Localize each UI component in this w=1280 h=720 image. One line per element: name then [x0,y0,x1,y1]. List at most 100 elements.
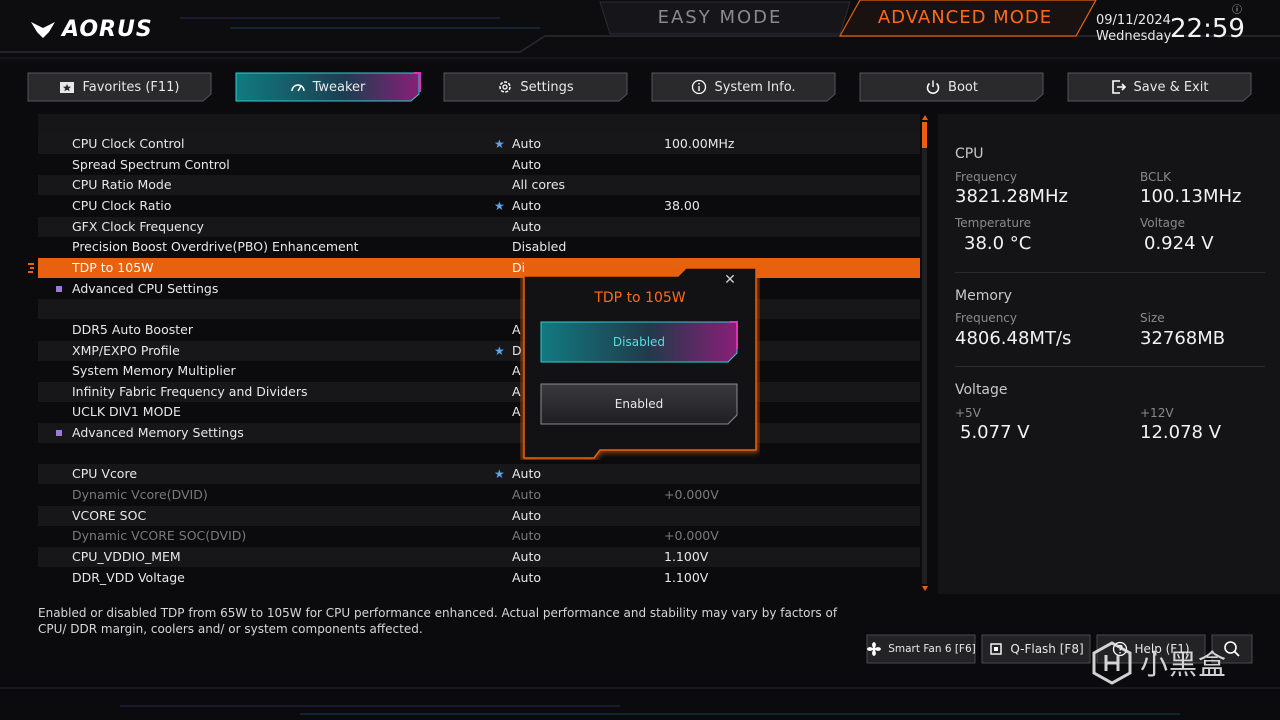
setting-current-value: 1.100V [664,549,709,564]
setting-row[interactable]: Dynamic VCORE SOC(DVID) Auto +0.000V [38,526,920,546]
5v-label: +5V [955,406,981,420]
setting-row[interactable]: CPU Vcore ★ Auto [38,464,920,485]
speedometer-icon [290,84,305,92]
bclk-label: BCLK [1140,170,1171,184]
setting-value[interactable]: Auto [512,526,541,546]
tab-boot[interactable]: Boot [858,72,1045,102]
tab-system-info[interactable]: System Info. [650,72,837,102]
setting-label: Dynamic Vcore(DVID) [72,487,208,503]
setting-row[interactable]: CPU Clock Control ★ Auto 100.00MHz [38,134,920,154]
help-description: Enabled or disabled TDP from 65W to 105W… [38,606,838,636]
setting-row[interactable]: CPU Ratio Mode All cores [38,175,920,196]
tab-tweaker[interactable]: Tweaker [234,72,421,102]
info-icon[interactable]: ⓘ [1232,1,1242,16]
temperature-value: 38.0 °C [964,233,1032,254]
hardware-monitor-panel: CPU Frequency 3821.28MHz BCLK 100.13MHz … [938,114,1280,594]
setting-value[interactable]: Auto [512,485,541,505]
option-label: Enabled [614,397,664,411]
favorite-star-icon[interactable]: ★ [494,196,505,216]
tab-favorites[interactable]: Favorites (F11) [26,72,213,102]
setting-label: CPU_VDDIO_MEM [72,549,181,564]
aorus-eagle-icon [31,22,55,38]
setting-label: Spread Spectrum Control [72,156,230,172]
advanced-mode-button[interactable]: ADVANCED MODE [850,0,1095,36]
setting-value[interactable]: Auto [512,547,541,567]
setting-label: CPU Clock Control [72,136,185,151]
tab-settings[interactable]: Settings [442,72,629,102]
setting-label: DDR5 Auto Booster [72,321,193,337]
setting-label: CPU Clock Ratio [72,197,172,213]
setting-row[interactable]: UCLK DIV1 MODE A [38,402,920,422]
tab-label: Favorites (F11) [82,79,180,95]
setting-current-value: +0.000V [664,528,719,544]
setting-value[interactable]: Auto [512,568,541,588]
submenu-bullet-icon [56,430,62,437]
setting-row[interactable]: CPU Clock Ratio ★ Auto 38.00 [38,196,920,216]
setting-label: CPU Vcore [72,466,138,482]
setting-value[interactable]: Auto [512,134,541,154]
close-icon[interactable]: ✕ [722,272,738,288]
setting-row[interactable]: Advanced CPU Settings [38,279,920,299]
setting-row[interactable]: CPU_VDDIO_MEM Auto 1.100V [38,547,920,567]
setting-row[interactable]: GFX Clock Frequency Auto [38,216,920,237]
memory-size-value: 32768MB [1140,328,1226,349]
setting-label: Infinity Fabric Frequency and Dividers [72,383,308,399]
cpu-frequency-label: Frequency [955,170,1017,184]
setting-row[interactable]: VCORE SOC Auto [38,505,920,526]
setting-row[interactable]: Precision Boost Overdrive(PBO) Enhanceme… [38,237,920,257]
setting-row[interactable]: Advanced Memory Settings [38,423,920,444]
favorite-star-icon[interactable]: ★ [494,341,505,361]
divider [955,366,1265,367]
cpu-section-title: CPU [955,146,984,162]
setting-value[interactable]: Auto [512,464,541,484]
scrollbar-thumb[interactable] [922,122,927,148]
setting-value[interactable]: Auto [512,506,541,526]
smart-fan-button[interactable]: Smart Fan 6 [F6] [866,634,976,664]
watermark-text: 小黑盒 [1140,648,1228,681]
setting-label: VCORE SOC [72,507,147,523]
scrollbar[interactable] [920,114,930,592]
footer-decoration [0,687,1280,715]
aorus-logo: AORUS [30,14,153,44]
logo-text: AORUS [62,16,153,42]
setting-row[interactable]: DDR5 Auto Booster A [38,320,920,340]
scrollbar-track[interactable] [922,122,927,584]
qflash-button[interactable]: Q-Flash [F8] [981,634,1091,664]
tab-label: Settings [520,79,574,95]
12v-label: +12V [1140,406,1174,420]
favorite-star-icon[interactable]: ★ [494,464,505,484]
favorite-star-icon[interactable]: ★ [494,134,505,154]
setting-value[interactable]: Auto [512,217,541,237]
option-enabled[interactable]: Enabled [540,383,738,425]
setting-label: UCLK DIV1 MODE [72,404,181,420]
setting-row[interactable]: XMP/EXPO Profile ★ D [38,340,920,361]
tab-save-exit[interactable]: Save & Exit [1066,72,1253,102]
setting-current-value: 100.00MHz [664,136,735,151]
setting-label: CPU Ratio Mode [72,177,172,193]
option-disabled[interactable]: Disabled [540,321,738,363]
setting-label: System Memory Multiplier [72,363,236,379]
setting-row[interactable]: DDR_VDD Voltage Auto 1.100V [38,568,920,588]
setting-label: XMP/EXPO Profile [72,342,180,358]
main-tabs: Favorites (F11) Tweaker Settings System … [0,72,1280,104]
memory-size-label: Size [1140,311,1165,325]
setting-value[interactable]: All cores [512,175,565,195]
power-icon [926,80,940,94]
setting-current-value: +0.000V [664,487,719,503]
setting-row[interactable]: System Memory MultiplierA48.00 [38,361,920,381]
setting-label: Advanced CPU Settings [72,280,219,296]
setting-row[interactable]: Dynamic Vcore(DVID) Auto +0.000V [38,485,920,505]
easy-mode-button[interactable]: EASY MODE [600,4,840,32]
option-label: Disabled [612,335,666,349]
setting-label: Precision Boost Overdrive(PBO) Enhanceme… [72,239,359,255]
setting-value[interactable]: Auto [512,196,541,216]
setting-value[interactable]: Auto [512,155,541,175]
gear-icon [499,81,512,93]
divider [955,272,1265,273]
setting-row[interactable]: Spread Spectrum Control Auto [38,155,920,175]
tdp-option-dialog: ✕ TDP to 105W Disabled Enabled [520,266,760,460]
date: 09/11/2024 [1096,13,1171,28]
setting-current-value: 1.100V [664,569,709,585]
setting-row[interactable]: Infinity Fabric Frequency and Dividers A [38,381,920,402]
setting-value[interactable]: Disabled [512,237,566,257]
